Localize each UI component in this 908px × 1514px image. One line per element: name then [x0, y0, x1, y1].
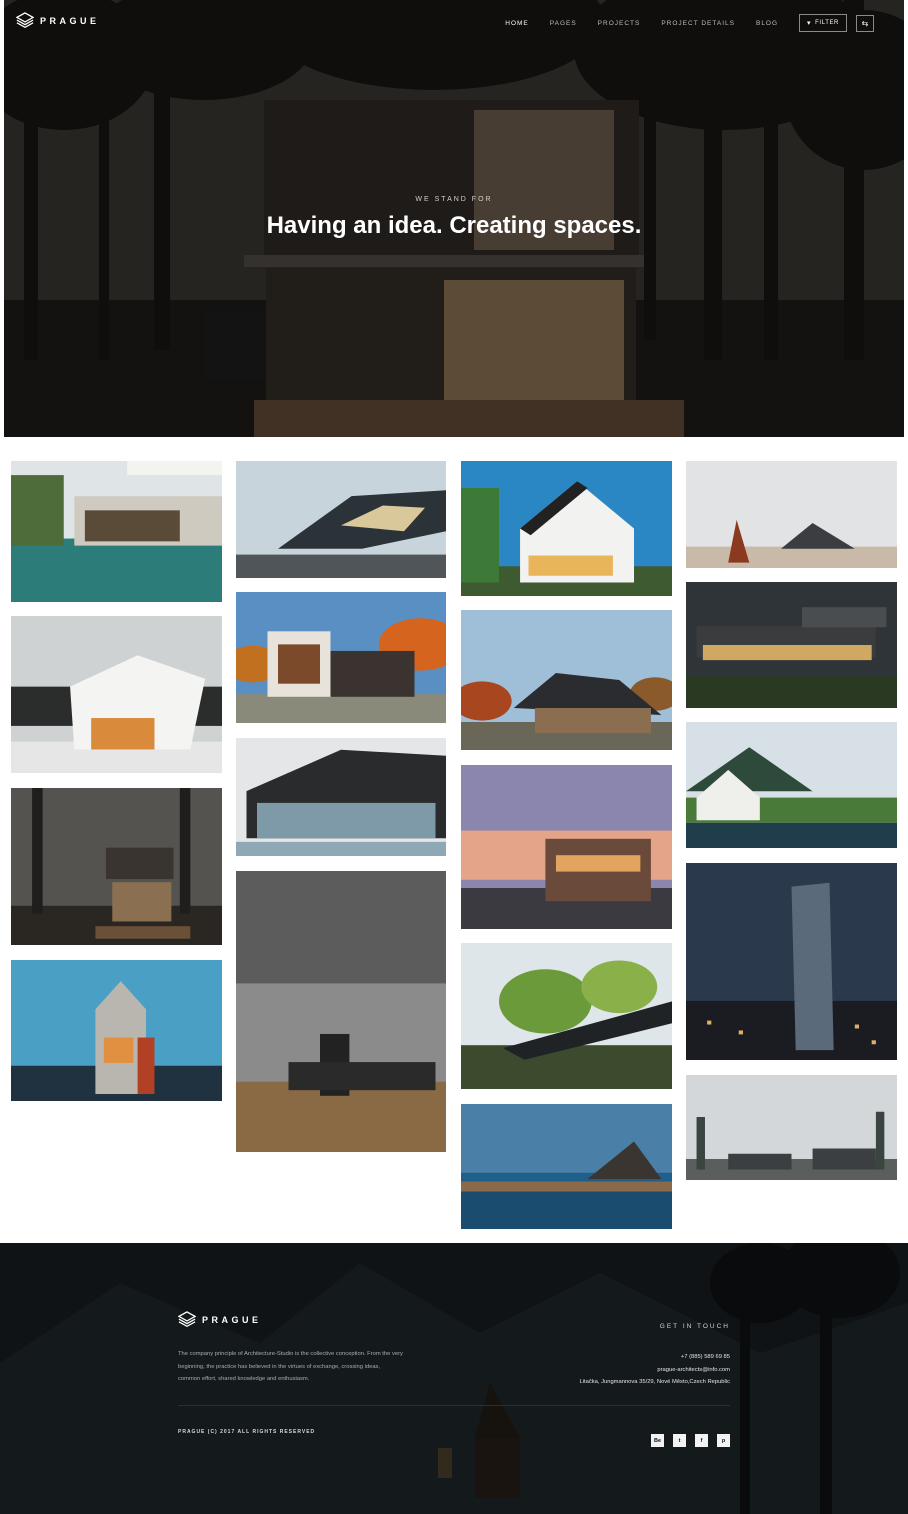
gallery-item-autumn-modern-house[interactable] [236, 592, 446, 723]
filter-button[interactable]: ▾ FILTER [799, 14, 847, 32]
gallery-item-black-glass-house[interactable] [236, 738, 446, 856]
pinterest-icon[interactable]: p [717, 1434, 730, 1447]
footer-divider [178, 1405, 730, 1406]
black-glass-house-photo [236, 738, 446, 856]
gallery-item-misty-forest-houses[interactable] [686, 1075, 897, 1180]
gallery-item-white-gable-house[interactable] [461, 461, 672, 596]
hero-subtitle: WE STAND FOR [415, 196, 493, 203]
forest-cabin-photo [11, 788, 222, 945]
autumn-modern-house-photo [236, 592, 446, 723]
pyramid-pavilion-photo [686, 461, 897, 568]
gallery-item-mountain-cabin[interactable] [686, 722, 897, 848]
contact-email[interactable]: prague-architects@info.com [580, 1364, 730, 1377]
monochrome-field-house-photo [236, 871, 446, 1152]
white-gable-house-photo [461, 461, 672, 596]
pool-villa-photo [11, 461, 222, 602]
footer-description: The company principle of Architecture-St… [178, 1351, 403, 1383]
misty-forest-houses-photo [686, 1075, 897, 1180]
header-logo[interactable]: PRAGUE [16, 12, 100, 30]
hero-title: Having an idea. Creating spaces. [266, 212, 642, 239]
gallery-item-cantilever-house[interactable] [686, 582, 897, 708]
twitter-icon[interactable]: t [673, 1434, 686, 1447]
contact-phone[interactable]: +7 (885) 589 69 85 [580, 1351, 730, 1364]
nav-item-pages[interactable]: PAGES [550, 20, 577, 27]
gallery-item-sunset-townhouses[interactable] [461, 765, 672, 929]
nav-item-blog[interactable]: BLOG [756, 20, 778, 27]
hero-section: PRAGUE HOME PAGES PROJECTS PROJECT DETAI… [4, 0, 904, 437]
footer-logo[interactable]: PRAGUE [178, 1311, 262, 1329]
gallery-item-futuristic-pavilion[interactable] [236, 461, 446, 578]
main-nav: HOME PAGES PROJECTS PROJECT DETAILS BLOG… [505, 14, 874, 32]
forest-bridge-house-photo [461, 943, 672, 1089]
behance-icon[interactable]: Be [651, 1434, 664, 1447]
facebook-icon[interactable]: f [695, 1434, 708, 1447]
cantilever-house-photo [686, 582, 897, 708]
share-button[interactable]: ⇆ [856, 14, 874, 32]
share-icon: ⇆ [861, 18, 869, 28]
futuristic-pavilion-photo [236, 461, 446, 578]
gallery-item-pitched-roof-lodge[interactable] [461, 610, 672, 750]
logo-icon [178, 1311, 196, 1328]
logo-text: PRAGUE [40, 16, 100, 26]
gallery-item-folded-roof-house[interactable] [11, 616, 222, 773]
gallery-item-forest-bridge-house[interactable] [461, 943, 672, 1089]
tower-house-photo [11, 960, 222, 1101]
copyright: PRAGUE (C) 2017 ALL RIGHTS RESERVED [178, 1429, 316, 1435]
social-links: Be t f p [651, 1434, 730, 1447]
gallery-item-pool-villa[interactable] [11, 461, 222, 602]
sunset-townhouses-photo [461, 765, 672, 929]
filter-label: FILTER [815, 20, 839, 26]
logo-text: PRAGUE [202, 1315, 262, 1325]
city-skyscraper-photo [686, 863, 897, 1060]
gallery-item-lake-landscape[interactable] [461, 1104, 672, 1229]
filter-icon: ▾ [807, 20, 812, 27]
contact-address: Litačka, Jungmannova 35/29, Nové Město,C… [579, 1379, 730, 1386]
gallery-item-city-skyscraper[interactable] [686, 863, 897, 1060]
folded-roof-house-photo [11, 616, 222, 773]
contact-heading: GET IN TOUCH [659, 1323, 730, 1330]
gallery-item-monochrome-field-house[interactable] [236, 871, 446, 1152]
nav-item-home[interactable]: HOME [505, 20, 529, 27]
page: PRAGUE HOME PAGES PROJECTS PROJECT DETAI… [0, 0, 908, 1514]
gallery-item-forest-cabin[interactable] [11, 788, 222, 945]
pitched-roof-lodge-photo [461, 610, 672, 750]
mountain-cabin-photo [686, 722, 897, 848]
contact-details: +7 (885) 589 69 85 prague-architects@inf… [580, 1351, 730, 1389]
gallery-item-tower-house[interactable] [11, 960, 222, 1101]
lake-landscape-photo [461, 1104, 672, 1229]
logo-icon [16, 12, 34, 29]
gallery-item-pyramid-pavilion[interactable] [686, 461, 897, 568]
nav-item-project-details[interactable]: PROJECT DETAILS [661, 20, 735, 27]
nav-item-projects[interactable]: PROJECTS [598, 20, 641, 27]
footer-background-image [0, 1243, 908, 1514]
footer: PRAGUE The company principle of Architec… [0, 1243, 908, 1514]
